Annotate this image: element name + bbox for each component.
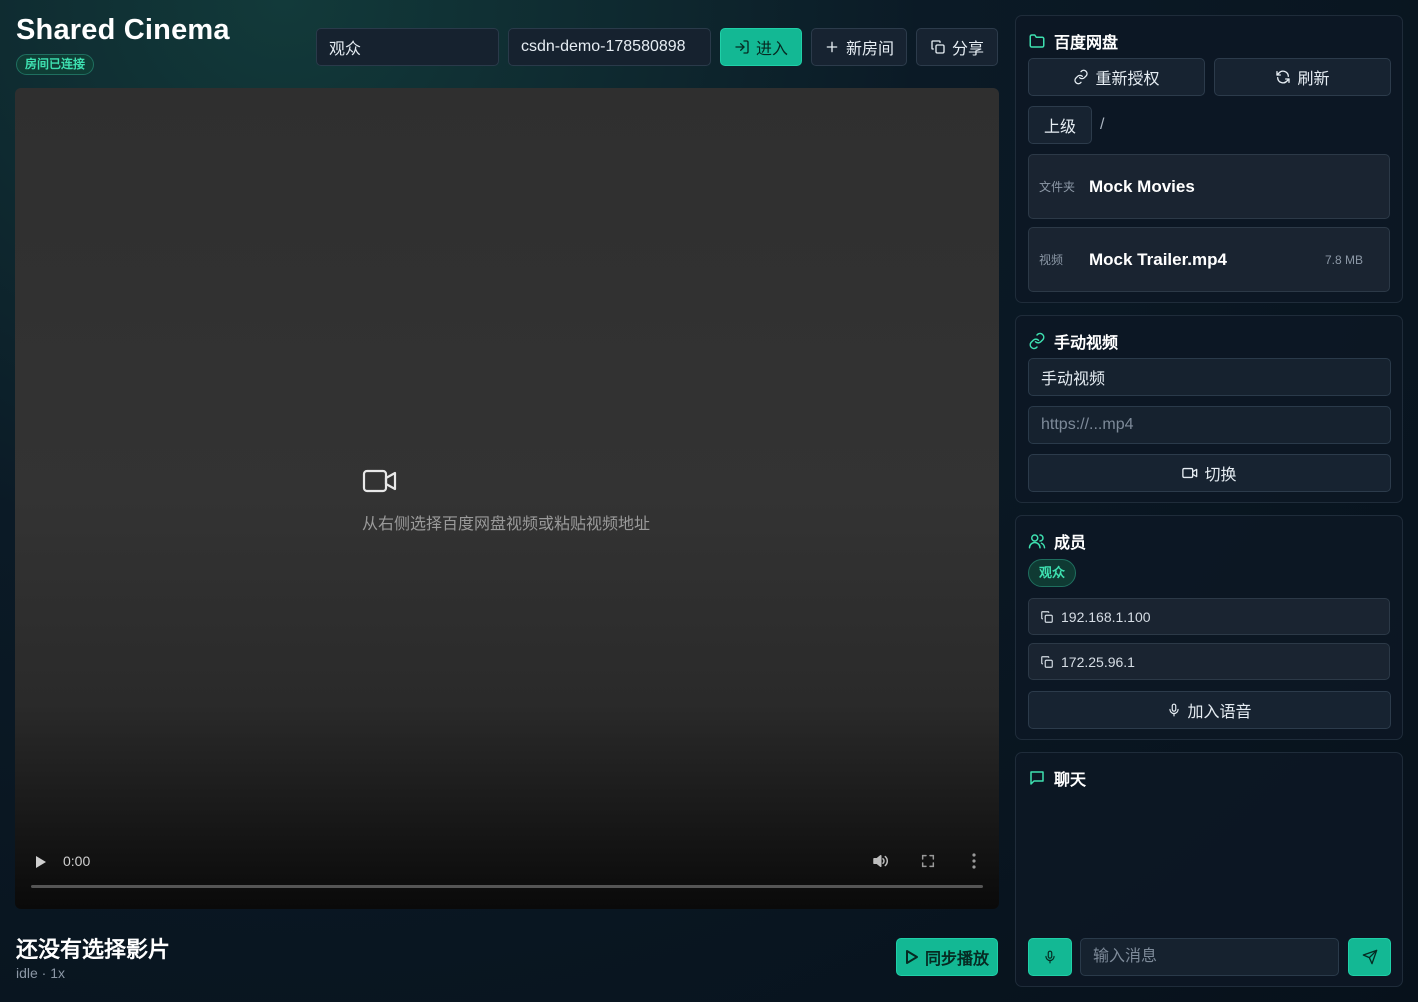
fullscreen-icon[interactable] (920, 853, 936, 869)
copy-icon (930, 39, 946, 55)
play-outline-icon (905, 949, 919, 965)
item-type: 视频 (1039, 253, 1064, 267)
switch-video-label: 切换 (1204, 467, 1237, 484)
enter-room-label: 进入 (755, 41, 788, 58)
chat-title: 聊天 (1054, 772, 1087, 789)
sync-play-label: 同步播放 (924, 951, 989, 968)
share-button[interactable]: 分享 (916, 28, 998, 66)
play-icon[interactable] (35, 855, 47, 869)
voice-message-button[interactable] (1028, 938, 1072, 976)
reauthorize-button[interactable]: 重新授权 (1028, 58, 1205, 96)
item-type: 文件夹 (1039, 180, 1076, 194)
copy-icon (1040, 610, 1054, 624)
chat-message-input[interactable] (1080, 938, 1339, 976)
send-icon (1362, 949, 1378, 965)
volume-icon[interactable] (871, 852, 889, 870)
chat-bubble-icon (1028, 769, 1046, 787)
video-name-input[interactable] (1028, 358, 1391, 396)
file-list-item[interactable]: 视频 Mock Trailer.mp4 7.8 MB (1028, 227, 1390, 292)
microphone-icon (1167, 702, 1181, 718)
item-name: Mock Movies (1089, 176, 1195, 196)
users-icon (1028, 532, 1046, 550)
item-size: 7.8 MB (1324, 252, 1363, 267)
more-options-icon[interactable] (971, 852, 977, 870)
folder-icon (1028, 32, 1046, 50)
member-badge: 观众 (1028, 559, 1077, 587)
now-playing-meta: idle · 1x (16, 965, 66, 981)
new-room-label: 新房间 (845, 41, 894, 58)
microphone-icon (1043, 949, 1057, 965)
video-player[interactable]: 从右侧选择百度网盘视频或粘贴视频地址 0:00 (15, 88, 999, 909)
sync-play-button[interactable]: 同步播放 (896, 938, 998, 976)
copy-icon (1040, 655, 1054, 669)
current-path: / (1100, 116, 1105, 133)
link-icon (1028, 332, 1046, 350)
parent-folder-label: 上级 (1043, 119, 1076, 136)
link-icon (1073, 69, 1089, 85)
ip-address: 172.25.96.1 (1061, 653, 1135, 670)
video-empty-state: 从右侧选择百度网盘视频或粘贴视频地址 (362, 468, 650, 534)
refresh-label: 刷新 (1297, 71, 1330, 88)
login-icon (734, 39, 750, 55)
members-title: 成员 (1054, 535, 1087, 552)
switch-video-button[interactable]: 切换 (1028, 454, 1391, 492)
now-playing-title: 还没有选择影片 (16, 937, 171, 962)
video-progress-bar[interactable] (31, 885, 983, 888)
video-camera-icon (1182, 466, 1198, 480)
current-time: 0:00 (63, 853, 91, 869)
connection-status-badge: 房间已连接 (16, 54, 95, 75)
baidu-pan-title: 百度网盘 (1054, 35, 1119, 52)
enter-room-button[interactable]: 进入 (720, 28, 802, 66)
room-id-input[interactable] (508, 28, 711, 66)
members-panel: 成员 观众 192.168.1.100 172.25.96.1 加入语音 (1015, 515, 1403, 740)
refresh-button[interactable]: 刷新 (1214, 58, 1391, 96)
refresh-icon (1275, 69, 1291, 85)
manual-video-title: 手动视频 (1054, 335, 1119, 352)
send-message-button[interactable] (1348, 938, 1391, 976)
share-label: 分享 (951, 41, 984, 58)
manual-video-panel: 手动视频 切换 (1015, 315, 1403, 503)
ip-address-row[interactable]: 192.168.1.100 (1028, 598, 1390, 635)
video-url-input[interactable] (1028, 406, 1391, 444)
parent-folder-button[interactable]: 上级 (1028, 106, 1092, 144)
plus-icon (824, 39, 840, 55)
join-voice-button[interactable]: 加入语音 (1028, 691, 1391, 729)
ip-address-row[interactable]: 172.25.96.1 (1028, 643, 1390, 680)
baidu-pan-panel: 百度网盘 重新授权 刷新 上级 / 文件夹 Mock Movies 视频 Moc… (1015, 15, 1403, 303)
app-title: Shared Cinema (16, 14, 230, 46)
ip-address: 192.168.1.100 (1061, 608, 1151, 625)
display-name-input[interactable] (316, 28, 499, 66)
file-list-item[interactable]: 文件夹 Mock Movies (1028, 154, 1390, 219)
new-room-button[interactable]: 新房间 (811, 28, 907, 66)
video-camera-icon (362, 468, 650, 494)
chat-panel: 聊天 (1015, 752, 1403, 987)
item-name: Mock Trailer.mp4 (1089, 249, 1227, 269)
video-empty-hint: 从右侧选择百度网盘视频或粘贴视频地址 (362, 516, 651, 533)
join-voice-label: 加入语音 (1187, 704, 1252, 721)
reauthorize-label: 重新授权 (1095, 71, 1160, 88)
